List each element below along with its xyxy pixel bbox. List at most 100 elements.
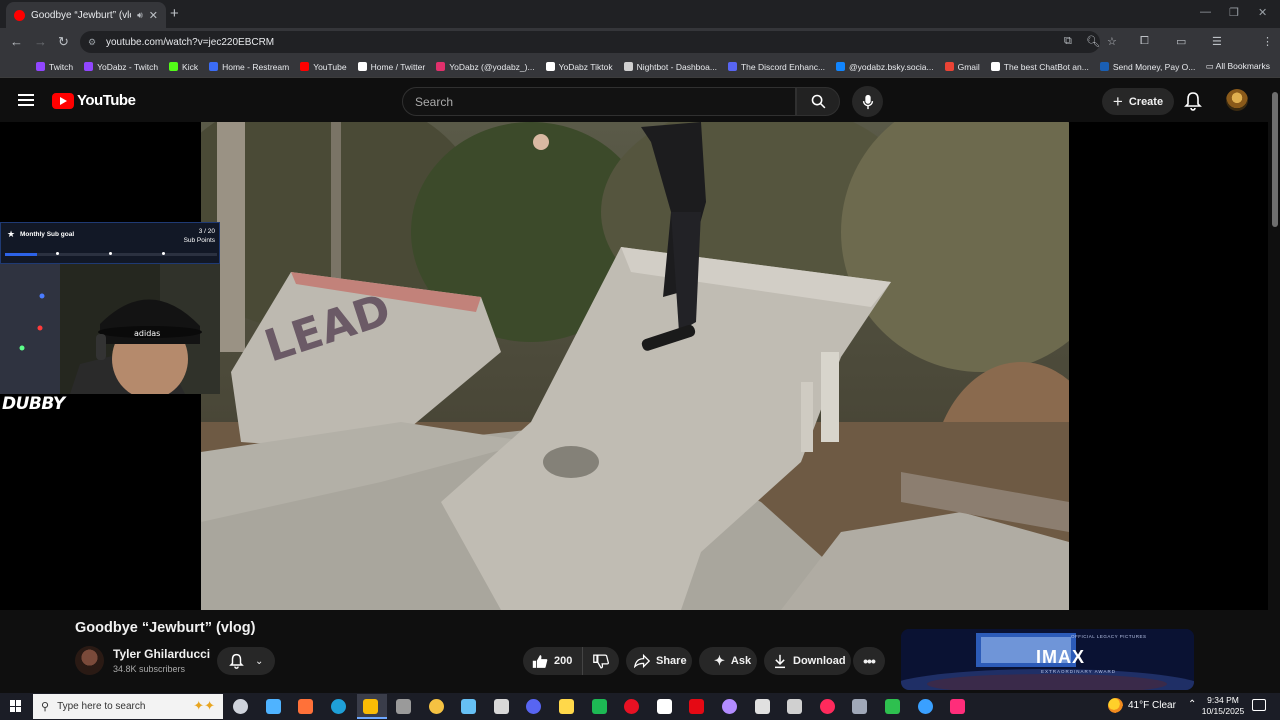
bookmark-item[interactable]: Gmail (944, 62, 980, 72)
netflix-icon[interactable] (689, 699, 704, 714)
notification-center-icon[interactable] (1252, 699, 1266, 711)
bookmark-item[interactable]: YoDabz (@yodabz_)... (436, 62, 535, 72)
menu-kebab-icon[interactable]: ⋮ (1262, 35, 1273, 48)
search-button[interactable] (796, 87, 840, 116)
discord-icon[interactable] (526, 699, 541, 714)
opera-gx-icon[interactable] (820, 699, 835, 714)
bookmark-item[interactable]: The best ChatBot an... (990, 62, 1089, 72)
settings-icon[interactable] (755, 699, 770, 714)
close-window-icon[interactable]: ✕ (1258, 6, 1267, 19)
ad-sub-text: EXTRAORDINARY AWARD (1041, 669, 1117, 674)
obs-icon[interactable] (396, 699, 411, 714)
ad-brand: IMAX (1036, 647, 1085, 667)
like-button[interactable]: 200 (523, 647, 583, 675)
bookmark-item[interactable]: Twitch (36, 62, 73, 72)
bookmark-favicon-icon (545, 62, 555, 71)
app-red-icon[interactable] (624, 699, 639, 714)
bookmark-favicon-icon (944, 62, 954, 71)
download-button[interactable]: Download (764, 647, 851, 675)
bookmark-item[interactable]: Home / Twitter (357, 61, 426, 72)
taskbar-search-input[interactable]: ⚲ Type here to search ✦✦ (33, 694, 223, 719)
install-icon[interactable]: ⧉ (1064, 35, 1072, 48)
account-avatar[interactable] (1226, 89, 1248, 111)
channel-avatar[interactable] (75, 646, 104, 675)
app-circle-icon[interactable] (918, 699, 933, 714)
sub-goal-count: 3 / 20 Sub Points (184, 227, 215, 245)
task-view-icon[interactable] (233, 699, 248, 714)
system-tray-chevron-icon[interactable]: ⌃ (1188, 699, 1196, 710)
bookmark-item[interactable]: YouTube (300, 61, 347, 72)
forward-icon[interactable]: → (34, 34, 47, 49)
speaker-icon[interactable]: 🔊︎ (137, 10, 143, 21)
browser-tab[interactable]: Goodbye “Jewburt” (vlog) 🔊︎ ✕ (6, 2, 166, 28)
weather-widget[interactable]: 41°F Clear (1108, 698, 1176, 713)
new-tab-button[interactable]: + (170, 5, 179, 22)
back-icon[interactable]: ← (10, 34, 23, 49)
bookmark-item[interactable]: The Discord Enhanc... (727, 62, 825, 72)
firefox-icon[interactable] (298, 699, 313, 714)
create-button[interactable]: + Create (1102, 88, 1174, 115)
site-info-icon[interactable]: ⚙ (88, 37, 100, 48)
subscription-bell-button[interactable]: ⌄ (217, 647, 275, 675)
channel-name[interactable]: Tyler Ghilarducci (113, 647, 210, 661)
extensions-icon[interactable]: ⧠ (1140, 35, 1149, 48)
share-button[interactable]: Share (626, 647, 692, 675)
search-input[interactable]: Search (402, 87, 796, 116)
bookmark-item[interactable]: YoDabz Tiktok (545, 62, 613, 72)
all-bookmarks-label: All Bookmarks (1215, 61, 1270, 71)
edge-icon[interactable] (331, 699, 346, 714)
imax-ad-banner[interactable]: OFFICIAL LEGACY PICTURES IMAX EXTRAORDIN… (901, 629, 1194, 690)
bookmark-favicon-icon (209, 62, 219, 71)
bookmark-item[interactable]: Nightbot - Dashboa... (623, 61, 717, 72)
thumbs-up-icon (532, 654, 548, 668)
streamlabs-icon[interactable] (559, 699, 574, 714)
bookmark-label: YouTube (313, 61, 347, 72)
restore-icon[interactable]: ❐ (1229, 6, 1239, 19)
printer-icon[interactable] (852, 699, 867, 714)
zoom-icon[interactable]: 🔍︎ (1086, 35, 1100, 48)
copilot-icon[interactable] (266, 699, 281, 714)
bookmark-label: Nightbot - Dashboa... (636, 61, 717, 72)
reload-icon[interactable]: ↻ (58, 34, 69, 50)
dislike-button[interactable] (583, 653, 619, 669)
clock-date: 10/15/2025 (1201, 706, 1245, 716)
spotify-icon[interactable] (592, 699, 607, 714)
bookmark-label: Home - Restream (222, 61, 290, 72)
split-view-icon[interactable]: ▭ (1176, 35, 1186, 48)
page-scrollbar[interactable] (1270, 80, 1280, 688)
minimize-icon[interactable]: — (1200, 6, 1211, 18)
bookmark-favicon-icon (357, 62, 367, 71)
bookmark-favicon-icon (727, 62, 737, 71)
ask-button[interactable]: ✦ Ask (699, 647, 757, 675)
scrollbar-thumb[interactable] (1272, 92, 1278, 227)
bookmark-item[interactable]: @yodabz.bsky.socia... (836, 62, 934, 72)
bookmark-label: Home / Twitter (370, 61, 426, 72)
chrome-icon[interactable] (363, 699, 378, 714)
xbox-icon[interactable] (885, 699, 900, 714)
like-count: 200 (554, 655, 573, 667)
tiktok-live-icon[interactable] (950, 699, 965, 714)
address-bar[interactable]: ⚙ youtube.com/watch?v=jec220EBCRM (80, 31, 1100, 53)
tab-search-icon[interactable]: ☰ (1212, 35, 1222, 48)
bookmark-item[interactable]: YoDabz - Twitch (84, 62, 158, 72)
bookmark-item[interactable]: Send Money, Pay O... (1099, 62, 1195, 72)
feather-icon[interactable] (722, 699, 737, 714)
bookmark-item[interactable]: Home - Restream (209, 62, 289, 72)
monitor-icon[interactable] (787, 699, 802, 714)
more-actions-button[interactable]: ••• (853, 647, 885, 675)
youtube-logo[interactable]: YouTube (52, 92, 136, 109)
bookmark-star-icon[interactable]: ☆ (1107, 35, 1117, 48)
menu-hamburger-icon[interactable] (18, 94, 34, 106)
notifications-bell-icon[interactable] (1184, 91, 1202, 111)
all-bookmarks-button[interactable]: ▭ All Bookmarks (1206, 61, 1270, 72)
file-explorer-icon[interactable] (429, 699, 444, 714)
video-frame[interactable]: LEAD (201, 122, 1069, 610)
tiktok-icon[interactable] (657, 699, 672, 714)
windows-start-icon[interactable] (10, 700, 22, 712)
close-tab-icon[interactable]: ✕ (149, 9, 158, 22)
bookmark-item[interactable]: Kick (169, 62, 198, 72)
voice-search-button[interactable] (852, 86, 883, 117)
epic-games-icon[interactable] (494, 699, 509, 714)
steam-icon[interactable] (461, 699, 476, 714)
taskbar-clock[interactable]: 9:34 PM 10/15/2025 (1200, 695, 1246, 717)
